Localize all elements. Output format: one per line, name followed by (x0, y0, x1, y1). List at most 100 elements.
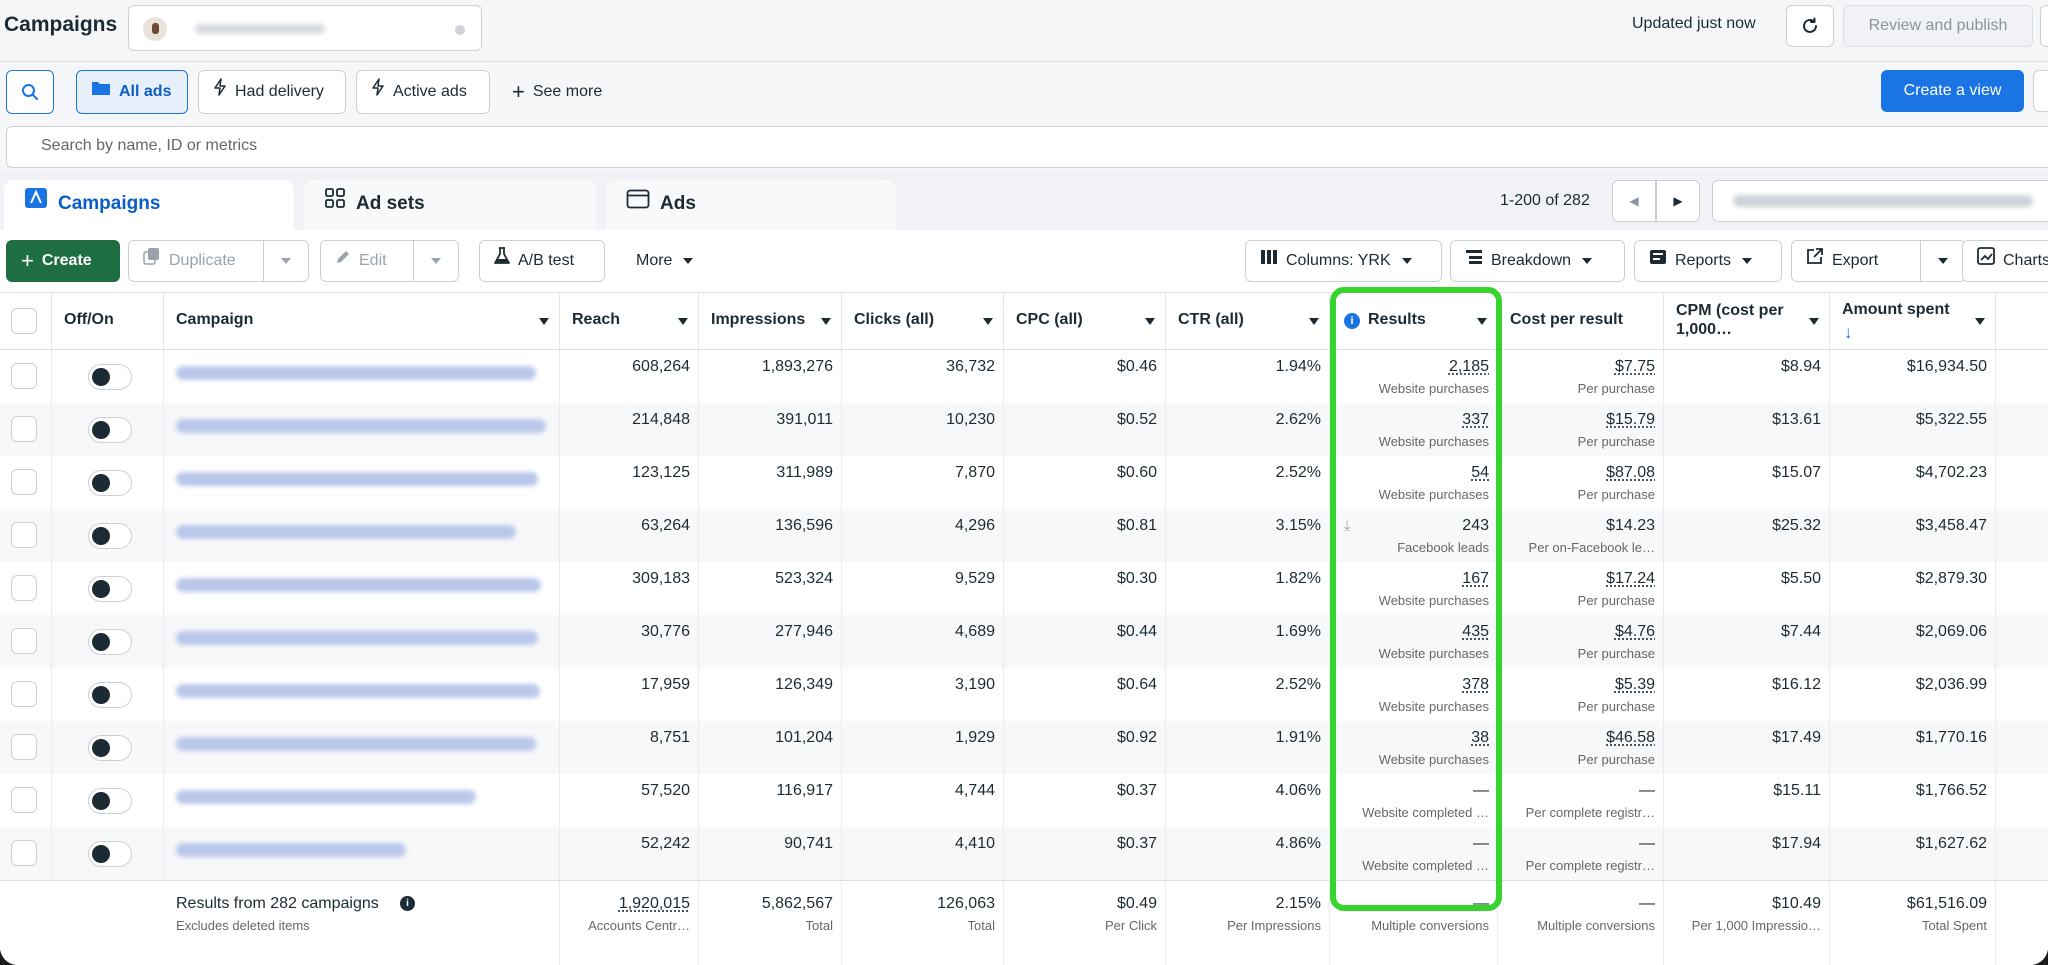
col-header-reach[interactable]: Reach (560, 293, 699, 351)
more-button[interactable]: More (636, 240, 694, 282)
campaign-on-off-toggle[interactable] (88, 841, 132, 867)
ad-account-selector[interactable] (128, 5, 482, 51)
row-checkbox[interactable] (11, 416, 37, 442)
edit-button[interactable]: Edit (320, 240, 414, 282)
tab-ad-sets[interactable]: Ad sets (304, 180, 596, 230)
row-checkbox[interactable] (11, 681, 37, 707)
campaign-name-link-redacted[interactable] (176, 472, 538, 486)
table-row[interactable]: 17,959 126,349 3,190 $0.64 2.52% 378 Website p… (0, 668, 2048, 722)
campaign-name-link-redacted[interactable] (176, 578, 541, 592)
value-cost[interactable]: $4.76 (1615, 623, 1655, 641)
col-header-campaign[interactable]: Campaign (164, 293, 560, 351)
value-cost[interactable]: $7.75 (1615, 358, 1655, 376)
review-and-publish-button[interactable]: Review and publish (1843, 5, 2033, 47)
filter-active-ads[interactable]: Active ads (356, 70, 490, 114)
row-checkbox[interactable] (11, 363, 37, 389)
campaign-name-link-redacted[interactable] (176, 684, 540, 698)
search-box[interactable] (6, 126, 2048, 168)
columns-icon (1260, 241, 1278, 281)
overflow-button[interactable] (2040, 5, 2048, 47)
duplicate-dropdown[interactable] (263, 240, 309, 282)
row-checkbox[interactable] (11, 628, 37, 654)
tab-ads[interactable]: Ads (606, 180, 896, 230)
col-header-cost-per-result[interactable]: Cost per result (1498, 293, 1664, 351)
breakdown-button[interactable]: Breakdown (1450, 240, 1625, 282)
next-page-button[interactable]: ▶ (1656, 180, 1700, 222)
value-cost[interactable]: $14.23 (1606, 517, 1655, 535)
campaign-on-off-toggle[interactable] (88, 735, 132, 761)
value-amount: $1,770.16 (1915, 729, 1987, 746)
create-button[interactable]: + Create (6, 240, 120, 282)
table-row[interactable]: 608,264 1,893,276 36,732 $0.46 1.94% 2,185 Web… (0, 350, 2048, 404)
row-checkbox[interactable] (11, 522, 37, 548)
prev-page-button[interactable]: ◀ (1612, 180, 1656, 222)
charts-button[interactable]: Charts (1962, 240, 2048, 282)
table-row[interactable]: 52,242 90,741 4,410 $0.37 4.86% — Website comp… (0, 827, 2048, 881)
campaign-name-link-redacted[interactable] (176, 790, 476, 804)
campaign-on-off-toggle[interactable] (88, 470, 132, 496)
value-cost[interactable]: $17.24 (1606, 570, 1655, 588)
row-checkbox[interactable] (11, 840, 37, 866)
campaign-on-off-toggle[interactable] (88, 364, 132, 390)
campaign-name-link-redacted[interactable] (176, 843, 406, 857)
row-checkbox[interactable] (11, 575, 37, 601)
ab-test-button[interactable]: A/B test (479, 240, 605, 282)
filter-all-ads[interactable]: All ads (76, 70, 188, 114)
value-cost[interactable]: $5.39 (1615, 676, 1655, 694)
campaign-on-off-toggle[interactable] (88, 629, 132, 655)
row-checkbox[interactable] (11, 787, 37, 813)
campaign-name-link-redacted[interactable] (176, 737, 536, 751)
value-cost[interactable]: $46.58 (1606, 729, 1655, 747)
footer-cost-per-result: — Multiple conversions (1498, 881, 1664, 965)
view-menu-button[interactable] (2033, 70, 2048, 112)
filter-had-delivery[interactable]: Had delivery (198, 70, 346, 114)
edit-dropdown[interactable] (413, 240, 459, 282)
col-header-onoff[interactable]: Off/On (52, 293, 164, 351)
value-ctr: 1.82% (1275, 570, 1321, 587)
row-checkbox[interactable] (11, 734, 37, 760)
value-cost[interactable]: — (1639, 835, 1655, 853)
campaign-on-off-toggle[interactable] (88, 682, 132, 708)
col-header-ctr[interactable]: CTR (all) (1166, 293, 1330, 351)
table-row[interactable]: 309,183 523,324 9,529 $0.30 1.82% 167 Website … (0, 562, 2048, 616)
col-header-clicks[interactable]: Clicks (all) (842, 293, 1004, 351)
campaign-name-link-redacted[interactable] (176, 525, 516, 539)
search-toggle-button[interactable] (6, 70, 54, 114)
table-row[interactable]: 63,264 136,596 4,296 $0.81 3.15% ⤓ 243 Facebook… (0, 509, 2048, 563)
see-more-button[interactable]: + See more (512, 70, 602, 114)
col-header-impressions[interactable]: Impressions (699, 293, 842, 351)
col-header-amount-spent[interactable]: Amount spent ↓ (1830, 293, 1996, 351)
table-row[interactable]: 57,520 116,917 4,744 $0.37 4.06% — Website com… (0, 774, 2048, 828)
col-header-cpm[interactable]: CPM (cost per 1,000… (1664, 293, 1830, 351)
campaign-on-off-toggle[interactable] (88, 788, 132, 814)
table-row[interactable]: 123,125 311,989 7,870 $0.60 2.52% 54 Website p… (0, 456, 2048, 510)
refresh-button[interactable] (1786, 5, 1834, 47)
campaign-name-link-redacted[interactable] (176, 631, 538, 645)
col-header-cpc[interactable]: CPC (all) (1004, 293, 1166, 351)
value-cost[interactable]: $87.08 (1606, 464, 1655, 482)
value-cost[interactable]: $15.79 (1606, 411, 1655, 429)
campaign-name-link-redacted[interactable] (176, 366, 536, 380)
export-dropdown[interactable] (1920, 240, 1966, 282)
tab-campaigns[interactable]: Campaigns (4, 180, 294, 230)
select-all-checkbox[interactable] (11, 308, 37, 334)
campaign-on-off-toggle[interactable] (88, 576, 132, 602)
value-cost[interactable]: — (1639, 782, 1655, 800)
campaign-on-off-toggle[interactable] (88, 417, 132, 443)
row-checkbox[interactable] (11, 469, 37, 495)
cell-amount: $1,627.62 (1830, 827, 1996, 881)
columns-button[interactable]: Columns: YRK (1245, 240, 1442, 282)
table-row[interactable]: 30,776 277,946 4,689 $0.44 1.69% 435 Website p… (0, 615, 2048, 669)
search-input[interactable] (41, 137, 641, 155)
value-impressions: 126,349 (775, 676, 833, 693)
row-toggle-cell (52, 668, 164, 722)
create-view-button[interactable]: Create a view (1881, 70, 2024, 112)
table-row[interactable]: 8,751 101,204 1,929 $0.92 1.91% 38 Website pur… (0, 721, 2048, 775)
export-button[interactable]: Export (1791, 240, 1921, 282)
campaign-on-off-toggle[interactable] (88, 523, 132, 549)
campaign-name-link-redacted[interactable] (176, 419, 546, 433)
reports-button[interactable]: Reports (1634, 240, 1782, 282)
duplicate-button[interactable]: Duplicate (128, 240, 264, 282)
table-row[interactable]: 214,848 391,011 10,230 $0.52 2.62% 337 Website… (0, 403, 2048, 457)
date-range-picker[interactable] (1712, 180, 2048, 222)
